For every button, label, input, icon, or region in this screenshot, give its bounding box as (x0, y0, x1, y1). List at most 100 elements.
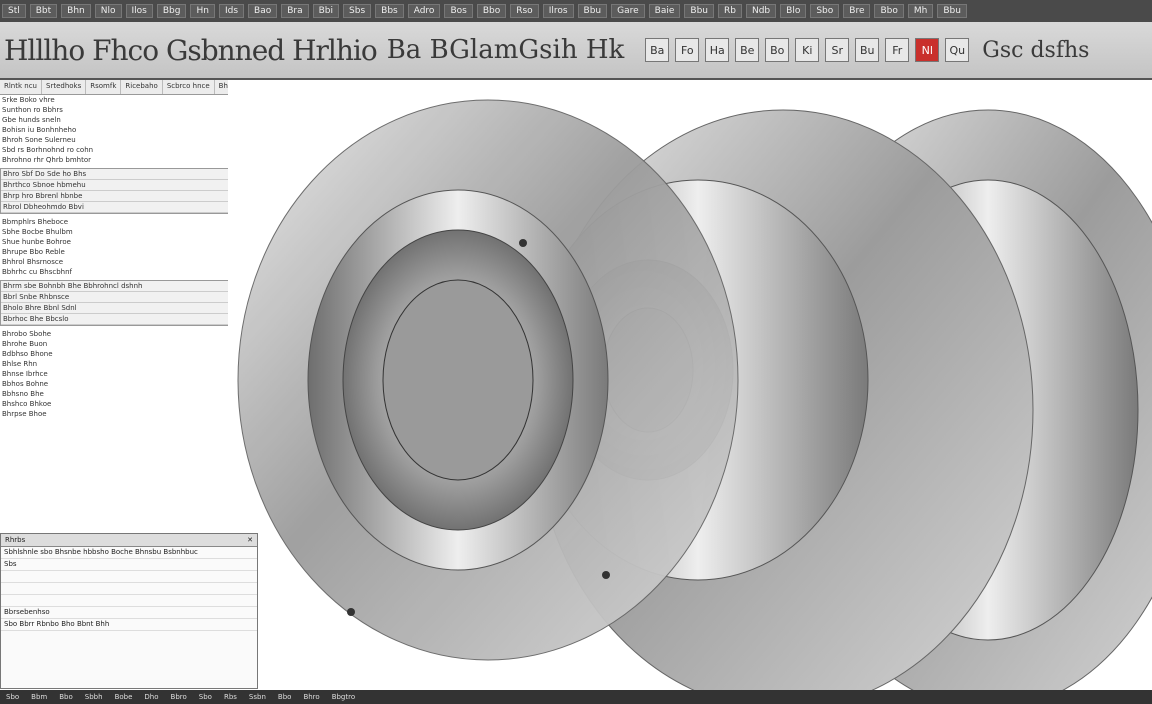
property-row: Bhroh Sone Sulerneu (2, 136, 76, 144)
tool-group-title: Ba BGlamGsih Hk (386, 35, 625, 65)
menu-item[interactable]: Bbu (684, 4, 714, 18)
dialog-row (1, 583, 257, 595)
toolbar-button[interactable]: Ba (645, 38, 670, 62)
toolbar-button[interactable]: Fo (675, 38, 700, 62)
toolbar-button[interactable]: Bo (765, 38, 790, 62)
menu-item[interactable]: Ndb (745, 4, 777, 18)
menu-item[interactable]: Adro (407, 4, 441, 18)
bolt-hole (519, 239, 527, 247)
menu-item[interactable]: Bao (248, 4, 278, 18)
menu-item[interactable]: Bbo (874, 4, 904, 18)
menu-item[interactable]: Bbi (312, 4, 340, 18)
property-row: Bhnse Ibrhce (2, 370, 48, 378)
tab[interactable]: Srtedhoks (42, 80, 87, 94)
menu-bar: Stl Bbt Bhn Nlo Ilos Bbg Hn Ids Bao Bra Bbi Sbs Bbs A… (0, 0, 1152, 22)
toolbar-button[interactable]: Ki (795, 38, 820, 62)
property-row: Sbhe Bocbe Bhulbm (2, 228, 73, 236)
menu-item[interactable]: Bbu (577, 4, 608, 18)
menu-item[interactable]: Ilos (125, 4, 153, 18)
status-bar: Sbo Bbm Bbo Sbbh Bobe Dho Bbro Sbo Rbs Ssbn Bbo Bhr… (0, 690, 1152, 704)
property-row: Sbd rs Borhnohnd ro cohn (2, 146, 94, 154)
app-title: Hlllho Fhco Gsbnned Hrlhio (4, 33, 378, 67)
property-row: Bhrpse Bhoe (2, 410, 47, 418)
menu-item[interactable]: Bbs (375, 4, 404, 18)
property-row: Bhshco Bhkoe (2, 400, 52, 408)
status-item: Sbo (6, 693, 20, 701)
menu-item[interactable]: Sbo (810, 4, 840, 18)
close-icon[interactable]: ✕ (247, 536, 253, 544)
cad-model-render (237, 99, 1152, 690)
menu-item[interactable]: Bbt (29, 4, 58, 18)
status-item: Bobe (114, 693, 133, 701)
bolt-hole (602, 571, 610, 579)
property-row: Bbmphlrs Bheboce (2, 218, 69, 226)
toolbar-button[interactable]: Bu (855, 38, 880, 62)
dialog-header: Rhrbs ✕ (1, 534, 257, 547)
property-row: Bhrupe Bbo Reble (2, 248, 65, 256)
property-row: Bholo Bhre Bbnl Sdnl (1, 303, 239, 314)
property-row: Bbrhoc Bhe Bbcslo (1, 314, 239, 325)
menu-item[interactable]: Baie (648, 4, 681, 18)
toolbar-button[interactable]: Ha (705, 38, 730, 62)
status-item: Bbm (31, 693, 48, 701)
menu-item[interactable]: Stl (2, 4, 26, 18)
property-row: Rbrol Dbheohmdo Bbvi (1, 202, 239, 213)
menu-item[interactable]: Bre (843, 4, 871, 18)
menu-item[interactable]: Rso (510, 4, 539, 18)
property-row: Bbrl Snbe Rhbnsce (1, 292, 239, 303)
menu-item[interactable]: Bos (444, 4, 473, 18)
dialog-row (1, 595, 257, 607)
toolbar-button[interactable]: Nl (915, 38, 940, 62)
status-item: Bhro (303, 693, 320, 701)
dialog-title: Rhrbs (5, 536, 26, 544)
status-item: Ssbn (248, 693, 266, 701)
menu-item[interactable]: Bbg (156, 4, 187, 18)
property-row: Srke Boko vhre (2, 96, 55, 104)
toolbar-button[interactable]: Qu (945, 38, 970, 62)
front-bore-deep (382, 279, 534, 481)
menu-item[interactable]: Bra (281, 4, 309, 18)
menu-item[interactable]: Ilros (542, 4, 574, 18)
tab[interactable]: Ricebaho (121, 80, 163, 94)
menu-item[interactable]: Rb (718, 4, 742, 18)
toolbar-button[interactable]: Be (735, 38, 760, 62)
toolbar-button[interactable]: Sr (825, 38, 850, 62)
ribbon-toolbar: Hlllho Fhco Gsbnned Hrlhio Ba BGlamGsih … (0, 22, 1152, 80)
info-dialog: Rhrbs ✕ Sbhlshnle sbo Bhsnbe hbbsho Boch… (0, 533, 258, 689)
property-group: Bhrm sbe Bohnbh Bhe Bbhrohncl dshnh Bbrl … (0, 280, 240, 326)
property-row: Bhrm sbe Bohnbh Bhe Bbhrohncl dshnh (1, 281, 239, 292)
property-row: Bdbhso Bhone (2, 350, 53, 358)
toolbar-button[interactable]: Fr (885, 38, 910, 62)
menu-item[interactable]: Mh (907, 4, 934, 18)
status-item: Bbo (277, 693, 292, 701)
menu-item[interactable]: Bbo (476, 4, 507, 18)
property-row: Gbe hunds sneln (2, 116, 61, 124)
property-row: Bhro Sbf Do Sde ho Bhs (1, 169, 239, 180)
menu-item[interactable]: Bbu (937, 4, 967, 18)
menu-item[interactable]: Nlo (94, 4, 122, 18)
dialog-row (1, 571, 257, 583)
menu-item[interactable]: Ids (218, 4, 245, 18)
dialog-row: Sbhlshnle sbo Bhsnbe hbbsho Boche Bhnsbu… (1, 547, 257, 559)
bolt-hole (347, 608, 355, 616)
tab[interactable]: Rsomfk (86, 80, 122, 94)
tab[interactable]: Scbrco hnce (163, 80, 215, 94)
menu-item[interactable]: Bhn (61, 4, 91, 18)
property-row: Bhrohno rhr Qhrb bmhtor (2, 156, 92, 164)
menu-item[interactable]: Hn (190, 4, 215, 18)
property-row: Bohisn iu Bonhnheho (2, 126, 77, 134)
tab[interactable]: Rlntk ncu (0, 80, 42, 94)
tool-group-title-2: Gsc dsfhs (982, 37, 1090, 63)
dialog-row: Sbo Bbrr Rbnbo Bho Bbnt Bhh (1, 619, 257, 631)
menu-item[interactable]: Blo (780, 4, 807, 18)
dialog-row: Bbrsebenhso (1, 607, 257, 619)
property-row: Bhhrol Bhsrnosce (2, 258, 64, 266)
status-item: Dho (144, 693, 159, 701)
menu-item[interactable]: Gare (611, 4, 645, 18)
property-row: Bbhos Bohne (2, 380, 49, 388)
menu-item[interactable]: Sbs (343, 4, 372, 18)
3d-viewport[interactable] (228, 80, 1152, 690)
property-row: Shue hunbe Bohroe (2, 238, 71, 246)
status-item: Rbs (223, 693, 237, 701)
property-row: Bhrobo Sbohe (2, 330, 52, 338)
